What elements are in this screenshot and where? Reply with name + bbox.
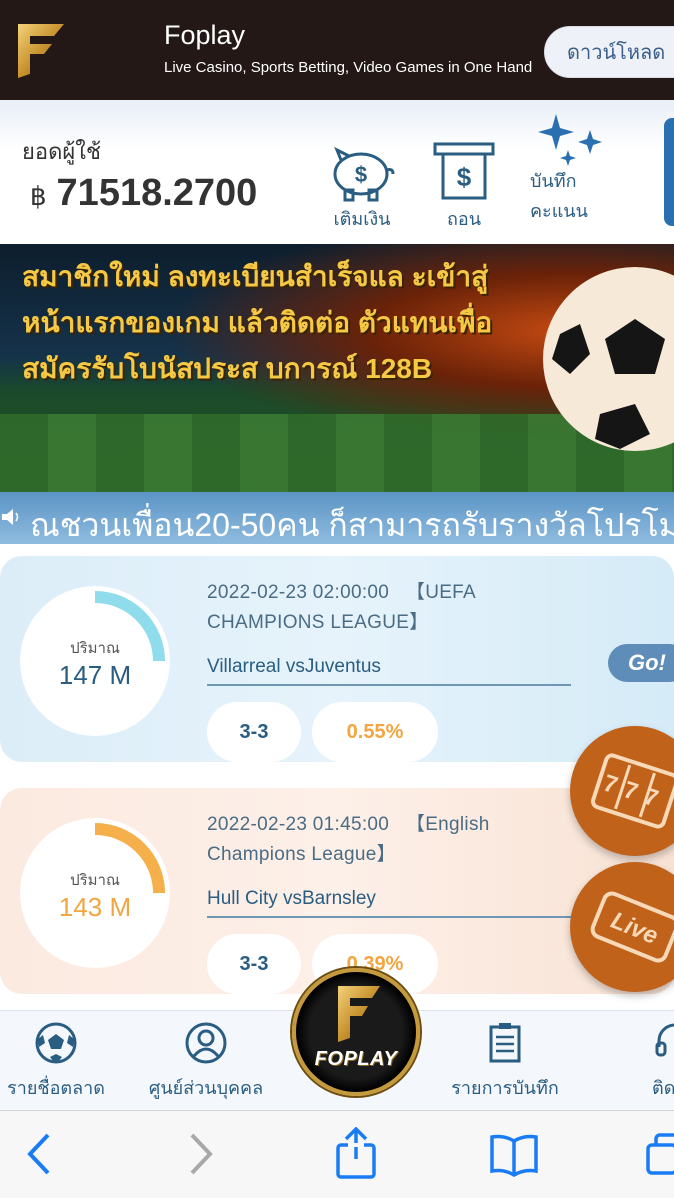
deposit-label: เติมเงิน	[333, 209, 391, 229]
headset-icon	[655, 1023, 674, 1057]
odds-pill[interactable]: 0.55%	[312, 702, 438, 762]
currency-symbol: ฿	[30, 181, 47, 211]
app-title: Foplay	[164, 20, 246, 50]
user-icon	[185, 1022, 227, 1064]
nav-contact-label: ติดต่อ	[652, 1078, 674, 1098]
download-button[interactable]: ดาวน์โหลด	[544, 26, 674, 78]
volume-label: ปริมาณ	[70, 872, 120, 889]
svg-text:777: 777	[600, 770, 669, 815]
slot-machine-777-icon: 777	[591, 753, 674, 829]
atm-cash-icon: $	[433, 142, 495, 200]
volume-gauge: ปริมาณ 143 M	[20, 818, 170, 968]
points-record-button[interactable]: บันทึก คะแนน	[530, 110, 610, 226]
match-teams: Hull City vsBarnsley	[207, 888, 571, 918]
go-button[interactable]: Go!	[608, 644, 674, 682]
nav-market-label: รายชื่อตลาด	[7, 1078, 105, 1098]
app-description: Live Casino, Sports Betting, Video Games…	[164, 59, 533, 76]
announcement-marquee: ณชวนเพื่อน20-50คน ก็สามารถรับรางวัลโปรโม	[0, 492, 674, 544]
score-pill[interactable]: 3-3	[207, 934, 301, 994]
tabs-icon[interactable]	[646, 1133, 674, 1177]
home-logo-button[interactable]: FOPLAY	[292, 968, 420, 1096]
match-datetime-league: 2022-02-23 01:45:00 【English Champions L…	[207, 810, 567, 870]
piggy-bank-icon: $	[333, 146, 395, 202]
record-label-line1: บันทึก	[530, 171, 577, 191]
withdraw-button[interactable]: $ ถอน	[426, 140, 502, 233]
nav-records[interactable]: รายการบันทึก	[420, 1021, 590, 1102]
soccer-ball-icon	[543, 267, 674, 451]
balance-number: 71518.2700	[56, 172, 258, 214]
nav-contact[interactable]: ติดต่อ	[620, 1021, 674, 1102]
foplay-logo	[18, 24, 64, 78]
browser-toolbar	[0, 1110, 674, 1198]
match-time: 2022-02-23 01:45:00	[207, 814, 390, 835]
promo-banner[interactable]: สมาชิกใหม่ ลงทะเบียนสำเร็จแล ะเข้าสู่หน้…	[0, 244, 674, 492]
record-label-line2: คะแนน	[530, 201, 588, 221]
foplay-logo-icon	[338, 986, 380, 1042]
withdraw-label: ถอน	[446, 209, 481, 229]
forward-icon[interactable]	[186, 1131, 216, 1177]
app-download-banner: Foplay Live Casino, Sports Betting, Vide…	[0, 0, 674, 100]
bookmarks-icon[interactable]	[488, 1133, 540, 1177]
promo-text: สมาชิกใหม่ ลงทะเบียนสำเร็จแล ะเข้าสู่หน้…	[22, 261, 493, 384]
page: Foplay Live Casino, Sports Betting, Vide…	[0, 0, 674, 1198]
nav-personal-label: ศูนย์ส่วนบุคคล	[148, 1078, 264, 1098]
share-icon[interactable]	[334, 1127, 378, 1179]
volume-label: ปริมาณ	[70, 640, 120, 657]
center-logo-text: FOPLAY	[314, 1048, 398, 1070]
side-drawer-tab[interactable]	[664, 118, 674, 226]
match-teams: Villarreal vsJuventus	[207, 656, 571, 686]
live-float-button[interactable]: Live	[570, 862, 674, 992]
soccer-ball-icon	[35, 1022, 77, 1064]
svg-text:$: $	[457, 162, 472, 192]
match-time: 2022-02-23 02:00:00	[207, 582, 390, 603]
deposit-button[interactable]: $ เติมเงิน	[324, 140, 400, 233]
svg-text:$: $	[355, 162, 367, 187]
volume-value: 143 M	[58, 892, 132, 922]
speaker-icon	[2, 509, 19, 525]
match-datetime-league: 2022-02-23 02:00:00 【UEFA CHAMPIONS LEAG…	[207, 578, 567, 638]
nav-personal-center[interactable]: ศูนย์ส่วนบุคคล	[136, 1021, 276, 1102]
announcement-text: ณชวนเพื่อน20-50คน ก็สามารถรับรางวัลโปรโม	[30, 507, 674, 543]
back-icon[interactable]	[24, 1131, 54, 1177]
slot-games-float-button[interactable]: 777	[570, 726, 674, 856]
balance-label: ยอดผู้ใช้	[22, 139, 101, 164]
volume-gauge: ปริมาณ 147 M	[20, 586, 170, 736]
clipboard-icon	[489, 1023, 521, 1063]
nav-record-label: รายการบันทึก	[451, 1078, 559, 1098]
score-pill[interactable]: 3-3	[207, 702, 301, 762]
account-summary: ยอดผู้ใช้ ฿ 71518.2700 $ เติมเงิน $ ถอน	[0, 100, 674, 244]
sparkle-icon	[538, 114, 602, 166]
nav-market-list[interactable]: รายชื่อตลาด	[0, 1021, 112, 1102]
live-icon: Live	[590, 891, 674, 963]
volume-value: 147 M	[58, 660, 132, 690]
balance-amount: ฿ 71518.2700	[30, 172, 257, 215]
